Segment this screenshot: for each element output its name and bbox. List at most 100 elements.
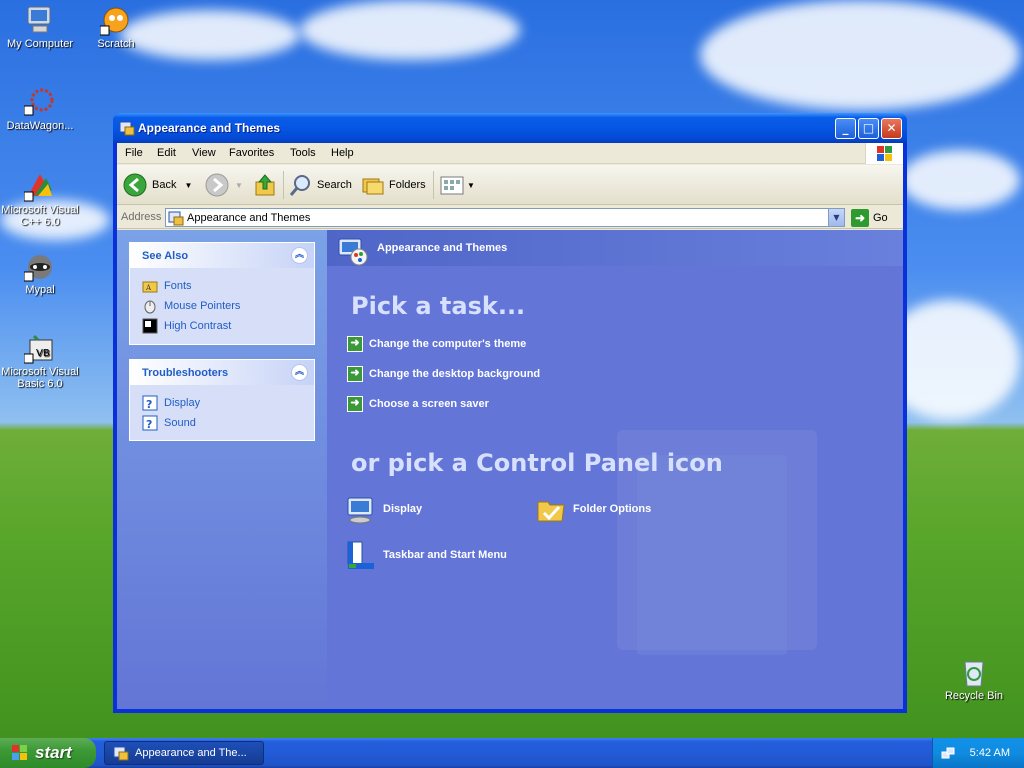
close-button[interactable]: ✕ [881, 118, 902, 139]
windows-logo-icon [865, 143, 903, 164]
task-pane: See Also ︽ A Fonts Mouse Pointers High C… [117, 230, 327, 709]
help-icon: ? [142, 395, 158, 411]
menu-help[interactable]: Help [331, 147, 354, 159]
collapse-icon[interactable]: ︽ [291, 247, 308, 264]
maximize-button[interactable]: □ [858, 118, 879, 139]
mouse-icon [144, 300, 156, 314]
address-bar: Address Appearance and Themes ▼ ➜ Go [117, 206, 903, 229]
views-dropdown-icon[interactable]: ▼ [467, 181, 475, 190]
minimize-button[interactable]: _ [835, 118, 856, 139]
svg-text:?: ? [146, 418, 152, 431]
address-dropdown-icon[interactable]: ▼ [828, 209, 844, 226]
forward-arrow-icon [205, 173, 229, 197]
desktop-icon-label: DataWagon... [6, 120, 74, 132]
category-pane: Appearance and Themes Pick a task... ➜ C… [327, 230, 903, 709]
folders-label: Folders [389, 179, 426, 191]
troubleshooters-panel: Troubleshooters ︽ ? Display ? Sound [129, 359, 315, 441]
window-title: Appearance and Themes [138, 121, 281, 135]
taskbar-window-button[interactable]: Appearance and The... [104, 741, 264, 765]
desktop-icon-label: Scratch [97, 38, 135, 50]
control-panel-icon [119, 120, 135, 136]
explorer-window: Appearance and Themes _ □ ✕ File Edit Vi… [113, 113, 907, 713]
taskbar-window-label: Appearance and The... [135, 747, 247, 759]
menu-favorites[interactable]: Favorites [229, 147, 274, 159]
go-arrow-icon: ➜ [851, 208, 869, 227]
search-button[interactable]: Search [289, 173, 352, 197]
task-label: Choose a screen saver [369, 398, 489, 410]
pick-task-heading: Pick a task... [351, 292, 526, 320]
clock[interactable]: 5:42 AM [970, 747, 1010, 759]
fonts-folder-icon: A [142, 281, 158, 293]
back-button[interactable]: Back ▼ [123, 173, 192, 197]
menu-file[interactable]: File [125, 147, 143, 159]
see-also-mouse-pointers[interactable]: Mouse Pointers [142, 298, 240, 314]
task-arrow-icon: ➜ [347, 336, 363, 352]
task-change-background[interactable]: ➜ Change the desktop background [347, 366, 540, 382]
link-label: Mouse Pointers [164, 300, 241, 312]
start-button[interactable]: start [0, 738, 96, 768]
troubleshooters-header[interactable]: Troubleshooters ︽ [130, 360, 314, 385]
address-input[interactable]: Appearance and Themes ▼ [165, 208, 845, 227]
taskbar: start Appearance and The... 5:42 AM [0, 738, 1024, 768]
toolbar: Back ▼ ▼ Search Folders ▼ [117, 165, 903, 205]
pick-icon-heading: or pick a Control Panel icon [351, 449, 723, 477]
cp-icon-display[interactable]: Display [345, 493, 422, 525]
menu-tools[interactable]: Tools [290, 147, 316, 159]
network-icon[interactable] [941, 746, 955, 760]
desktop-icon-vb6[interactable]: VB Microsoft Visual Basic 6.0 [0, 332, 80, 390]
start-label: start [35, 743, 72, 762]
collapse-icon[interactable]: ︽ [291, 364, 308, 381]
desktop-icon-label: Microsoft Visual C++ 6.0 [1, 204, 79, 228]
see-also-header[interactable]: See Also ︽ [130, 243, 314, 268]
see-also-high-contrast[interactable]: High Contrast [142, 318, 231, 334]
appearance-themes-icon [338, 238, 368, 266]
desktop-icon-label: Microsoft Visual Basic 6.0 [1, 366, 79, 390]
views-icon [440, 176, 464, 195]
desktop-icon-my-computer[interactable]: My Computer [0, 4, 80, 50]
display-icon [347, 497, 373, 524]
see-also-title: See Also [142, 250, 189, 262]
desktop-icon-datawagon[interactable]: DataWagon... [0, 86, 80, 132]
scratch-cat-icon [99, 4, 132, 36]
back-arrow-icon [123, 173, 147, 197]
high-contrast-icon [142, 318, 158, 334]
back-label: Back [152, 179, 177, 191]
back-dropdown-icon[interactable]: ▼ [184, 181, 192, 190]
desktop-icon-msvc[interactable]: Microsoft Visual C++ 6.0 [0, 170, 80, 228]
computer-icon [24, 4, 56, 36]
link-label: Display [164, 397, 201, 409]
forward-dropdown-icon[interactable]: ▼ [235, 181, 243, 190]
cp-icon-folder-options[interactable]: Folder Options [535, 493, 651, 525]
go-label: Go [873, 211, 888, 224]
cp-icon-label: Folder Options [573, 503, 652, 515]
see-also-panel: See Also ︽ A Fonts Mouse Pointers High C… [129, 242, 315, 345]
desktop-icon-recycle-bin[interactable]: Recycle Bin [934, 656, 1014, 702]
search-icon [289, 175, 310, 196]
desktop-icon-mypal[interactable]: Mypal [0, 250, 80, 296]
link-label: Sound [164, 417, 196, 429]
see-also-fonts[interactable]: A Fonts [142, 278, 192, 294]
folders-icon [362, 178, 384, 195]
menu-bar: File Edit View Favorites Tools Help [117, 143, 903, 164]
desktop-icon-scratch[interactable]: Scratch [76, 4, 156, 50]
troubleshooter-sound[interactable]: ? Sound [142, 415, 196, 431]
task-screen-saver[interactable]: ➜ Choose a screen saver [347, 396, 489, 412]
go-button[interactable]: ➜ Go [851, 208, 888, 227]
task-label: Change the computer's theme [369, 338, 527, 350]
troubleshooter-display[interactable]: ? Display [142, 395, 200, 411]
forward-button[interactable]: ▼ [205, 173, 243, 197]
cp-icon-taskbar-start-menu[interactable]: Taskbar and Start Menu [345, 539, 507, 571]
title-bar[interactable]: Appearance and Themes _ □ ✕ [113, 113, 907, 143]
menu-view[interactable]: View [192, 147, 216, 159]
task-change-theme[interactable]: ➜ Change the computer's theme [347, 336, 526, 352]
folder-options-icon [537, 501, 565, 522]
menu-edit[interactable]: Edit [157, 147, 176, 159]
desktop-icon-label: My Computer [6, 38, 74, 50]
datawagon-icon [23, 86, 56, 118]
task-label: Change the desktop background [369, 368, 541, 380]
up-folder-button[interactable] [253, 173, 277, 197]
control-panel-icon [113, 746, 129, 761]
views-button[interactable]: ▼ [439, 173, 475, 197]
visual-basic-icon: VB [23, 332, 56, 364]
folders-button[interactable]: Folders [361, 173, 426, 197]
